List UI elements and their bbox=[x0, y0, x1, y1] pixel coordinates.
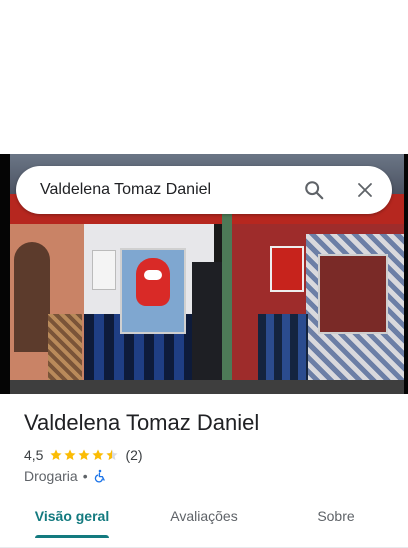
rating-value: 4,5 bbox=[24, 447, 44, 463]
close-button[interactable] bbox=[349, 174, 381, 206]
photo-street bbox=[10, 380, 404, 394]
photo-right-window bbox=[318, 254, 388, 334]
photo-left-door bbox=[14, 242, 50, 352]
star-icon bbox=[64, 449, 77, 460]
place-title: Valdelena Tomaz Daniel bbox=[24, 410, 260, 435]
tab-bar: Visão geral Avaliações Sobre bbox=[0, 500, 408, 548]
active-tab-indicator bbox=[35, 535, 109, 538]
photo-door bbox=[192, 262, 222, 394]
close-icon bbox=[358, 183, 372, 197]
photo-small-sign bbox=[92, 250, 116, 290]
star-icon bbox=[78, 449, 91, 460]
rating-row[interactable]: 4,5 (2) bbox=[24, 446, 143, 464]
tab-about[interactable]: Sobre bbox=[300, 500, 372, 532]
place-panel: Valdelena Tomaz Daniel Valdelena Tomaz D… bbox=[0, 0, 408, 548]
category-label[interactable]: Drogaria bbox=[24, 468, 78, 484]
star-half-icon bbox=[106, 449, 119, 460]
search-icon bbox=[305, 181, 324, 200]
search-input[interactable]: Valdelena Tomaz Daniel bbox=[40, 166, 211, 214]
search-box[interactable]: Valdelena Tomaz Daniel bbox=[16, 166, 392, 214]
photo-edge-right bbox=[404, 154, 408, 394]
tab-overview[interactable]: Visão geral bbox=[24, 500, 120, 532]
photo-pole bbox=[222, 214, 232, 394]
wheelchair-icon bbox=[94, 469, 105, 483]
review-count[interactable]: (2) bbox=[125, 447, 142, 463]
separator-dot: • bbox=[82, 468, 88, 484]
star-rating bbox=[49, 448, 119, 462]
photo-mascot bbox=[136, 258, 170, 306]
tab-reviews[interactable]: Avaliações bbox=[154, 500, 254, 532]
photo-edge-left bbox=[0, 154, 10, 394]
photo-red-sign bbox=[270, 246, 304, 292]
category-row: Drogaria • bbox=[24, 467, 107, 485]
star-icon bbox=[50, 449, 63, 460]
search-button[interactable] bbox=[298, 174, 330, 206]
star-icon bbox=[92, 449, 105, 460]
